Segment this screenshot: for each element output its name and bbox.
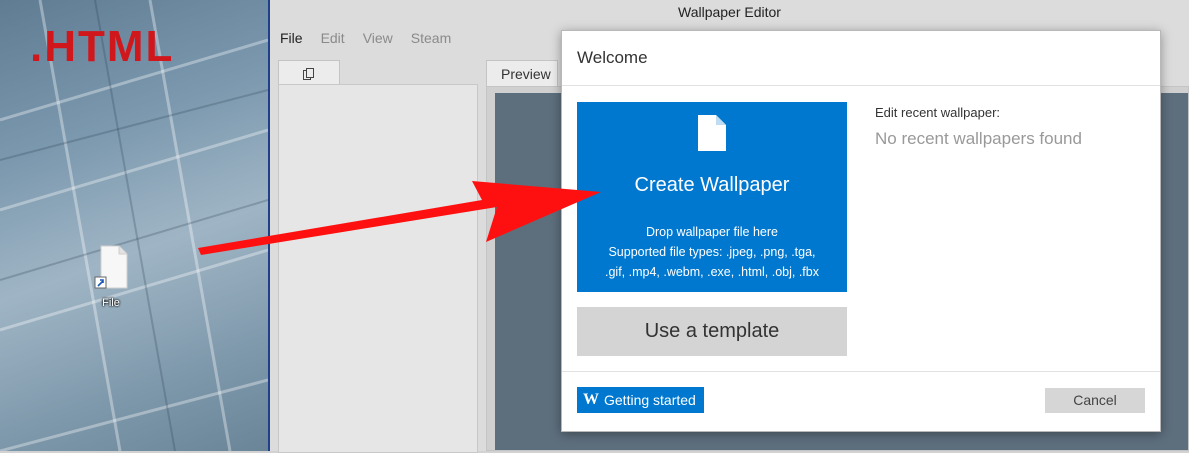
supported-types-line2: .gif, .mp4, .webm, .exe, .html, .obj, .f…: [605, 265, 819, 279]
layers-panel: [278, 84, 478, 453]
copy-icon: [303, 67, 314, 80]
html-overlay-label: .HTML: [30, 22, 175, 71]
desktop-file-label: File: [102, 297, 120, 309]
file-shortcut-icon: [94, 245, 128, 289]
tab-preview[interactable]: Preview: [486, 60, 558, 86]
recent-wallpaper-heading: Edit recent wallpaper:: [875, 105, 1001, 120]
use-template-button[interactable]: Use a template: [577, 307, 847, 356]
layers-tab[interactable]: [278, 60, 340, 85]
menu-file[interactable]: File: [280, 30, 303, 46]
getting-started-button[interactable]: W Getting started: [577, 387, 704, 413]
getting-started-label: Getting started: [604, 392, 696, 408]
window-title: Wallpaper Editor: [678, 4, 781, 20]
wiki-icon: W: [583, 391, 599, 408]
dialog-footer: [562, 371, 1160, 372]
supported-types-line1: Supported file types: .jpeg, .png, .tga,: [608, 245, 816, 259]
recent-wallpaper-empty: No recent wallpapers found: [875, 129, 1082, 148]
desktop-file-shortcut[interactable]: File: [86, 244, 136, 309]
cancel-button[interactable]: Cancel: [1045, 388, 1145, 413]
create-wallpaper-button[interactable]: Create Wallpaper Drop wallpaper file her…: [577, 102, 847, 292]
menu-view[interactable]: View: [363, 30, 393, 46]
dialog-header: [562, 31, 1160, 86]
menu-bar: File Edit View Steam: [280, 30, 469, 46]
menu-edit[interactable]: Edit: [321, 30, 345, 46]
create-wallpaper-description: Drop wallpaper file here Supported file …: [577, 222, 847, 282]
create-wallpaper-title: Create Wallpaper: [634, 174, 790, 196]
drop-instruction: Drop wallpaper file here: [645, 225, 778, 239]
new-file-icon: [698, 115, 726, 151]
welcome-dialog: Welcome Create Wallpaper Drop wallpaper …: [561, 30, 1161, 432]
menu-steam[interactable]: Steam: [411, 30, 451, 46]
desktop-background: .HTML File: [0, 0, 268, 451]
dialog-title: Welcome: [577, 48, 648, 67]
